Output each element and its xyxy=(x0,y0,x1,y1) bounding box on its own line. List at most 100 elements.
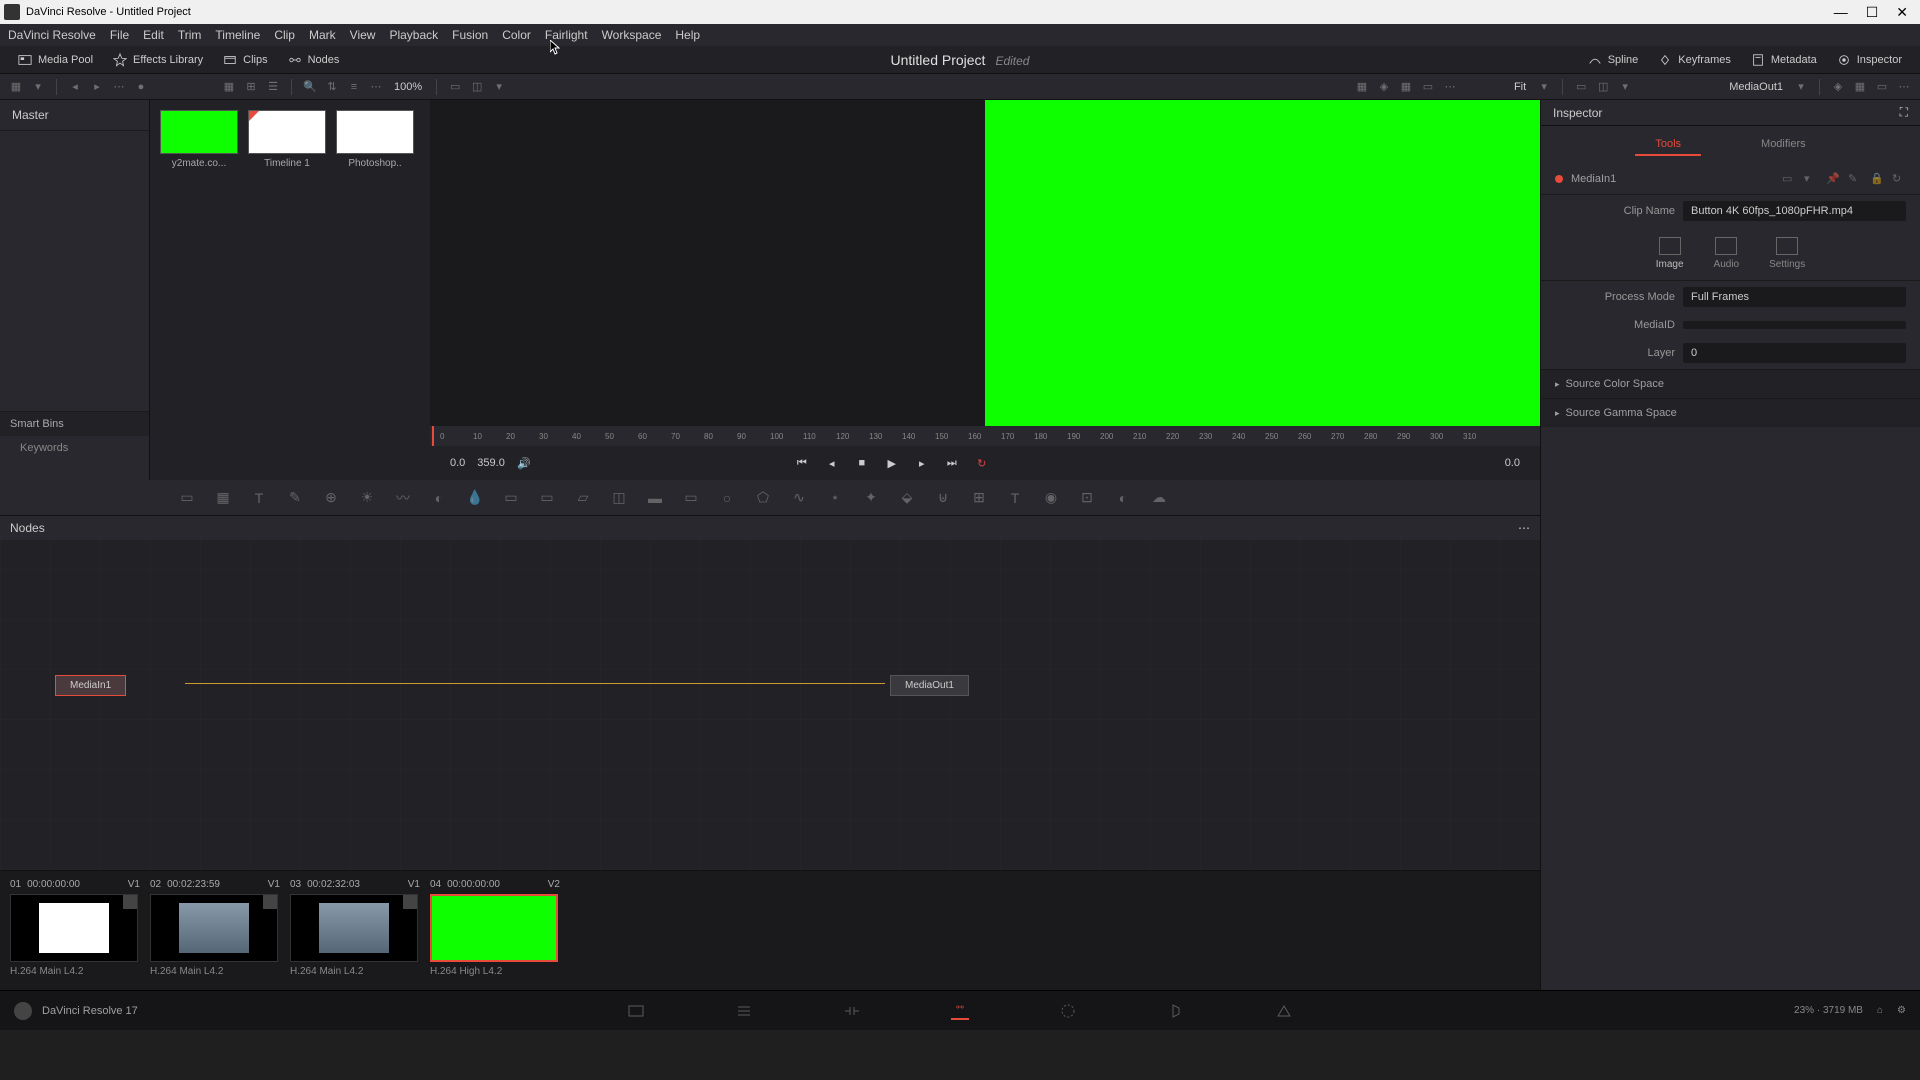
fit-dropdown[interactable]: Fit xyxy=(1510,81,1530,93)
chevron-down-icon[interactable]: ▾ xyxy=(491,79,507,95)
chevron-down-icon[interactable]: ▾ xyxy=(1536,79,1552,95)
time-in[interactable]: 0.0 xyxy=(450,457,465,469)
page-cut[interactable] xyxy=(735,1002,753,1020)
sort-icon[interactable]: ⇅ xyxy=(324,79,340,95)
node-connection[interactable] xyxy=(185,683,885,684)
chevron-down-icon[interactable]: ▾ xyxy=(1617,79,1633,95)
master-bin[interactable]: Master xyxy=(0,100,149,131)
prender-icon[interactable]: ⬙ xyxy=(898,489,916,507)
camera3d-icon[interactable]: ⊡ xyxy=(1078,489,1096,507)
smart-bins-header[interactable]: Smart Bins xyxy=(0,412,149,436)
inspector-toggle[interactable]: Inspector xyxy=(1827,50,1912,70)
mode-audio[interactable]: Audio xyxy=(1714,237,1740,270)
page-deliver[interactable] xyxy=(1275,1002,1293,1020)
colorcorrector-tool-icon[interactable]: ◐ xyxy=(430,489,448,507)
viewer-left[interactable] xyxy=(430,100,985,426)
versions-icon[interactable]: ▭ xyxy=(1782,172,1796,186)
search-icon[interactable]: 🔍 xyxy=(302,79,318,95)
chevron-down-icon[interactable]: ▾ xyxy=(30,79,46,95)
menu-color[interactable]: Color xyxy=(502,28,531,42)
background-tool-icon[interactable]: ▭ xyxy=(178,489,196,507)
media-pool-toggle[interactable]: Media Pool xyxy=(8,50,103,70)
nodes-options-icon[interactable]: ⋯ xyxy=(1518,521,1530,535)
tracker-tool-icon[interactable]: ⊕ xyxy=(322,489,340,507)
source-gamma-space-section[interactable]: Source Gamma Space xyxy=(1541,398,1920,427)
text3d-icon[interactable]: T xyxy=(1006,489,1024,507)
timeline-clip[interactable]: 0200:02:23:59V1 H.264 Main L4.2 xyxy=(150,879,280,982)
time-ruler[interactable]: 0102030405060708090100110120130140150160… xyxy=(430,426,1540,446)
guides-icon[interactable]: ▦ xyxy=(1398,79,1414,95)
grid-large-icon[interactable]: ▦ xyxy=(221,79,237,95)
page-edit[interactable] xyxy=(843,1002,861,1020)
chevron-down-icon[interactable]: ▾ xyxy=(1804,172,1818,186)
page-media[interactable] xyxy=(627,1002,645,1020)
last-frame-button[interactable]: ⏭ xyxy=(945,456,959,470)
viewer-b-icon[interactable]: ◫ xyxy=(1595,79,1611,95)
timeline-clip[interactable]: 0100:00:00:00V1 H.264 Main L4.2 xyxy=(10,879,140,982)
text-tool-icon[interactable]: T xyxy=(250,489,268,507)
hue-tool-icon[interactable]: 💧 xyxy=(466,489,484,507)
menu-playback[interactable]: Playback xyxy=(389,28,438,42)
script-icon[interactable]: ✎ xyxy=(1848,172,1862,186)
mediaid-field[interactable] xyxy=(1683,321,1906,329)
light-icon[interactable]: ◐ xyxy=(1114,489,1132,507)
mode-image[interactable]: Image xyxy=(1656,237,1684,270)
layer-dropdown[interactable]: 0 xyxy=(1683,343,1906,363)
minimize-button[interactable]: — xyxy=(1834,4,1848,21)
metadata-toggle[interactable]: Metadata xyxy=(1741,50,1827,70)
keyframes-toggle[interactable]: Keyframes xyxy=(1648,50,1741,70)
reset-icon[interactable]: ↻ xyxy=(1892,172,1906,186)
polygon-icon[interactable]: ⬠ xyxy=(754,489,772,507)
clip-item[interactable]: Timeline 1 xyxy=(248,110,326,169)
color-picker-icon[interactable]: ◈ xyxy=(1830,79,1846,95)
node-mediaout[interactable]: MediaOut1 xyxy=(890,675,969,696)
node-graph[interactable]: MediaIn1 MediaOut1 xyxy=(0,540,1540,870)
step-fwd-button[interactable]: ▸ xyxy=(915,456,929,470)
viewer-a-icon[interactable]: ▭ xyxy=(1573,79,1589,95)
overlay-icon[interactable]: ▭ xyxy=(1420,79,1436,95)
page-fusion[interactable] xyxy=(951,1002,969,1020)
menu-workspace[interactable]: Workspace xyxy=(602,28,662,42)
viewer-1-icon[interactable]: ▭ xyxy=(447,79,463,95)
slider-dot-icon[interactable]: ● xyxy=(133,79,149,95)
menu-file[interactable]: File xyxy=(110,28,129,42)
first-frame-button[interactable]: ⏮ xyxy=(795,456,809,470)
mask-bitmap-icon[interactable]: ▬ xyxy=(646,489,664,507)
time-out[interactable]: 0.0 xyxy=(1505,457,1520,469)
pin-icon[interactable]: 📌 xyxy=(1826,172,1840,186)
clip-menu-icon[interactable] xyxy=(403,895,417,909)
clip-item[interactable]: y2mate.co... xyxy=(160,110,238,169)
clips-toggle[interactable]: Clips xyxy=(213,50,277,70)
clip-item[interactable]: Photoshop.. xyxy=(336,110,414,169)
loop-button[interactable]: ↻ xyxy=(975,456,989,470)
mask-polygon-icon[interactable]: ▱ xyxy=(574,489,592,507)
merge-icon[interactable]: ⊎ xyxy=(934,489,952,507)
stop-button[interactable]: ■ xyxy=(855,456,869,470)
audio-icon[interactable]: 🔊 xyxy=(517,456,531,470)
lock-icon[interactable]: 🔒 xyxy=(1870,172,1884,186)
nodes-toggle[interactable]: Nodes xyxy=(278,50,350,70)
menu-help[interactable]: Help xyxy=(675,28,700,42)
mode-settings[interactable]: Settings xyxy=(1769,237,1805,270)
timeline-clip[interactable]: 0400:00:00:00V2 H.264 High L4.2 xyxy=(430,879,560,982)
clip-name-field[interactable]: Button 4K 60fps_1080pFHR.mp4 xyxy=(1683,201,1906,221)
nav-fwd-icon[interactable]: ▸ xyxy=(89,79,105,95)
keywords-bin[interactable]: Keywords xyxy=(0,436,149,460)
mask-rect-icon[interactable]: ▭ xyxy=(502,489,520,507)
timeline-clip[interactable]: 0300:02:32:03V1 H.264 Main L4.2 xyxy=(290,879,420,982)
viewer-right[interactable] xyxy=(985,100,1540,426)
close-button[interactable]: ✕ xyxy=(1896,4,1908,21)
mask-ellipse-icon[interactable]: ▭ xyxy=(538,489,556,507)
overlay-icon[interactable]: ▭ xyxy=(1874,79,1890,95)
clip-menu-icon[interactable] xyxy=(263,895,277,909)
list-icon[interactable]: ☰ xyxy=(265,79,281,95)
clip-menu-icon[interactable] xyxy=(123,895,137,909)
menu-trim[interactable]: Trim xyxy=(178,28,202,42)
blur-tool-icon[interactable]: 〰 xyxy=(394,489,412,507)
node-mediain[interactable]: MediaIn1 xyxy=(55,675,126,696)
renderer3d-icon[interactable]: ☁ xyxy=(1150,489,1168,507)
chevron-down-icon[interactable]: ▾ xyxy=(1793,79,1809,95)
tab-modifiers[interactable]: Modifiers xyxy=(1741,134,1826,156)
menu-app[interactable]: DaVinci Resolve xyxy=(8,28,96,42)
more-icon[interactable]: ⋯ xyxy=(111,79,127,95)
